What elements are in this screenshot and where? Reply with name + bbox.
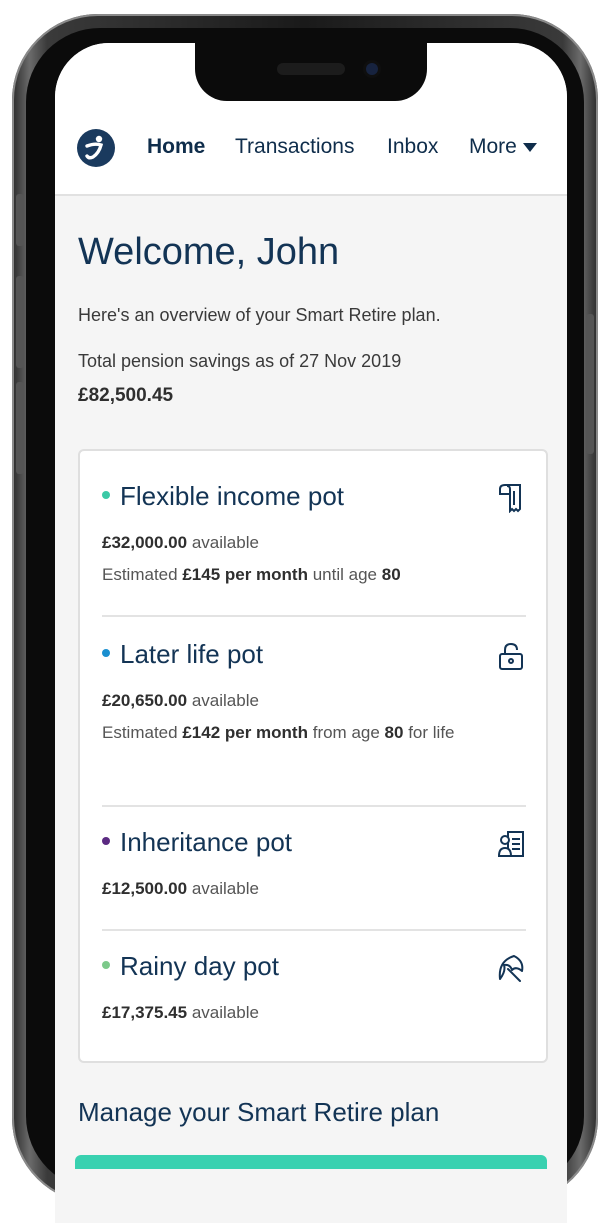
pot-amount: £12,500.00 (102, 879, 188, 898)
pot-amount: £17,375.45 (102, 1003, 188, 1022)
pot-name-label: Rainy day pot (120, 951, 279, 981)
pot-available-label: available (191, 879, 259, 898)
status-dot (102, 961, 110, 970)
status-dot (102, 491, 110, 500)
pot-amount-line: £32,000.00 available (102, 533, 259, 553)
chevron-down-icon (522, 142, 537, 152)
nav-transactions[interactable]: Transactions (235, 135, 354, 159)
logo-icon[interactable] (77, 129, 115, 167)
speaker (277, 63, 345, 75)
accent-card-top (75, 1155, 547, 1169)
manage-plan-heading: Manage your Smart Retire plan (78, 1097, 440, 1127)
pot-name: Flexible income pot (102, 481, 344, 512)
pot-available-label: available (191, 691, 259, 710)
pot-available-label: available (191, 1003, 259, 1022)
estimate-suffix: for (408, 723, 429, 742)
divider (102, 805, 526, 807)
receipt-icon (499, 484, 521, 513)
pot-name-label: Inheritance pot (120, 827, 293, 857)
nav-home[interactable]: Home (147, 135, 205, 159)
intro-text: Here's an overview of your Smart Retire … (78, 305, 441, 325)
silent-switch (16, 194, 24, 246)
camera (366, 63, 378, 75)
volume-down-button (16, 382, 24, 474)
pot-amount: £32,000.00 (102, 533, 188, 552)
estimate-prefix: Estimated (102, 565, 178, 584)
estimate-amount: £145 per month (182, 565, 308, 584)
pot-estimate-line: Estimated £145 per month until age 80 (102, 565, 401, 585)
nav-more-label: More (469, 135, 517, 158)
page-title: Welcome, John (78, 231, 340, 273)
estimate-mid: until age (312, 565, 377, 584)
status-dot (102, 649, 110, 658)
pot-name: Inheritance pot (102, 827, 292, 858)
pot-amount-line: £20,650.00 available (102, 691, 259, 711)
nav-inbox[interactable]: Inbox (387, 135, 438, 159)
pots-card: Flexible income pot £32,000.00 available… (78, 449, 548, 1063)
estimate-wrap: life (432, 723, 455, 742)
umbrella-icon (498, 955, 524, 982)
pot-available-label: available (191, 533, 259, 552)
estimate-age: 80 (384, 723, 404, 742)
nav-more[interactable]: More (469, 135, 537, 159)
pot-amount: £20,650.00 (102, 691, 188, 710)
pot-name-label: Later life pot (120, 639, 264, 669)
divider (102, 929, 526, 931)
estimate-mid: from age (312, 723, 380, 742)
power-button (586, 314, 594, 454)
pot-name: Later life pot (102, 639, 263, 670)
pot-name: Rainy day pot (102, 951, 279, 982)
pot-amount-line: £17,375.45 available (102, 1003, 259, 1023)
will-document-icon (497, 831, 524, 857)
total-savings-label: Total pension savings as of 27 Nov 2019 (78, 351, 402, 371)
pot-name-label: Flexible income pot (120, 481, 344, 511)
lock-icon (499, 642, 523, 670)
status-dot (102, 837, 110, 846)
notch (195, 43, 427, 101)
divider (102, 615, 526, 617)
volume-up-button (16, 276, 24, 368)
estimate-age: 80 (381, 565, 401, 584)
app-screen: Home Transactions Inbox More Welcome, Jo… (55, 43, 567, 1223)
estimate-amount: £142 per month (182, 723, 308, 742)
total-savings-value: £82,500.45 (78, 385, 174, 406)
pot-estimate-line: Estimated £142 per month from age 80 for… (102, 716, 526, 749)
pot-amount-line: £12,500.00 available (102, 879, 259, 899)
estimate-prefix: Estimated (102, 723, 178, 742)
